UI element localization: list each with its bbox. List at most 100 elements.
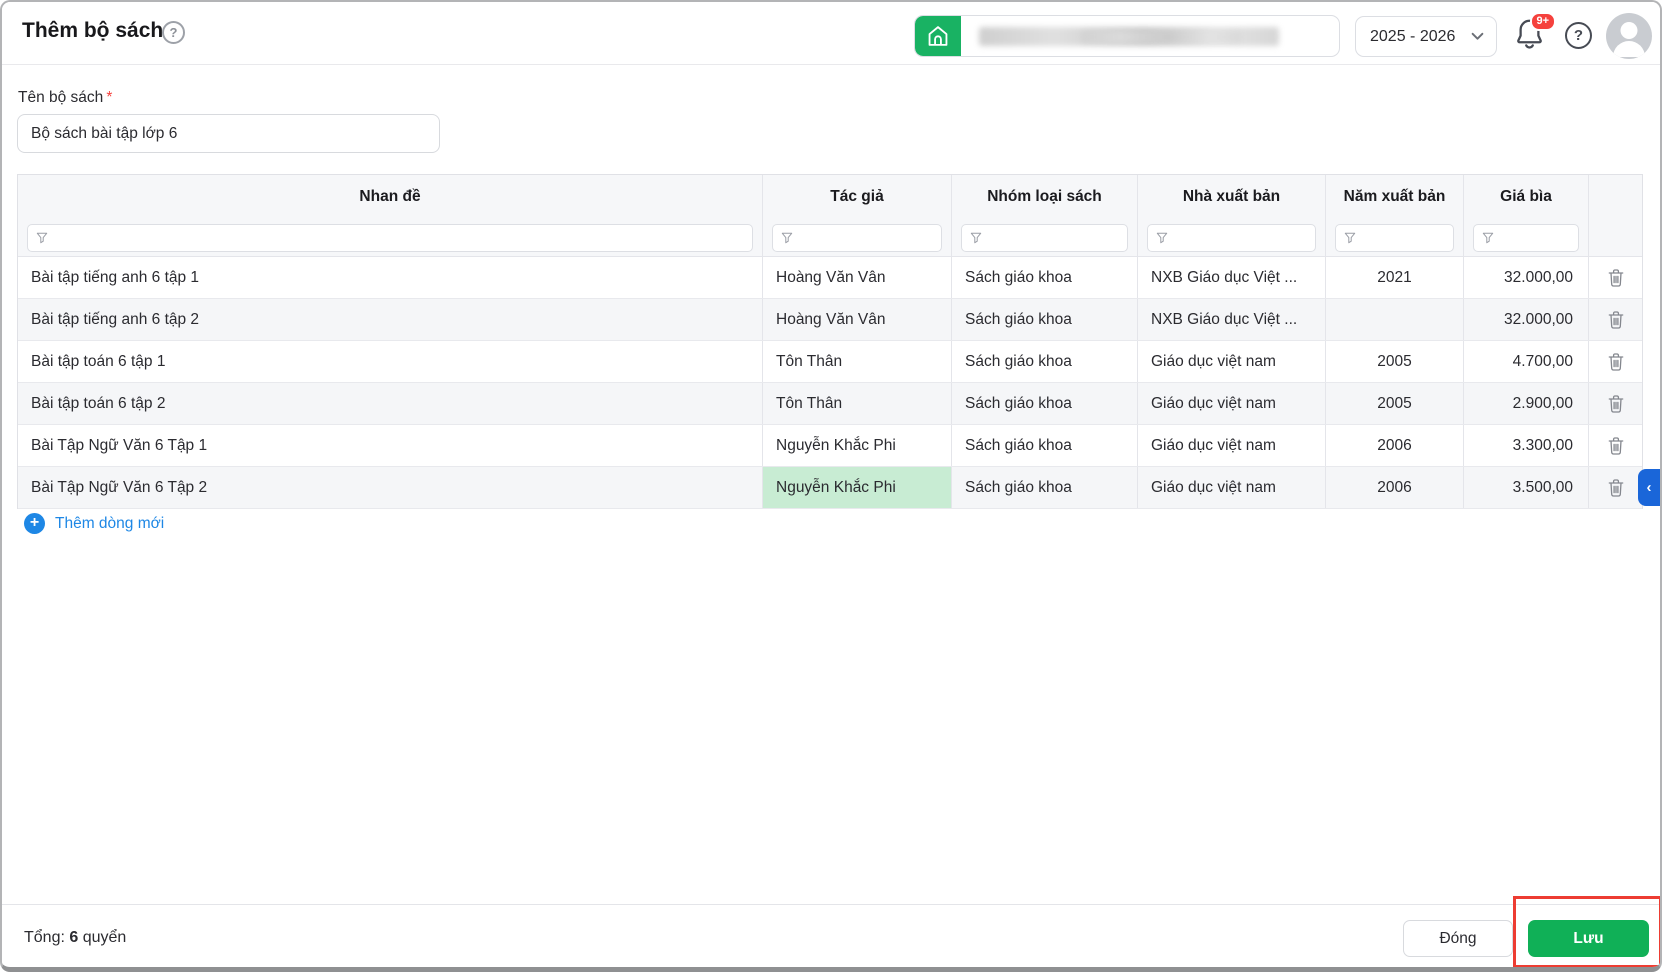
trash-icon (1608, 310, 1624, 329)
school-selector[interactable] (914, 15, 1340, 57)
filter-cell (1326, 219, 1464, 256)
price-cell: 32.000,00 (1464, 257, 1589, 298)
home-icon (925, 23, 951, 49)
delete-row-button[interactable] (1589, 299, 1642, 340)
delete-row-button[interactable] (1589, 383, 1642, 424)
school-name-redacted (961, 16, 1339, 56)
filter-cell (1138, 219, 1326, 256)
filter-cell (763, 219, 952, 256)
delete-cell (1589, 299, 1642, 340)
column-filter[interactable] (772, 223, 942, 252)
page-title: Thêm bộ sách (22, 19, 164, 42)
author-cell: Hoàng Văn Vân (763, 257, 952, 298)
home-button[interactable] (915, 16, 961, 56)
title-cell: Bài Tập Ngữ Văn 6 Tập 2 (18, 467, 763, 508)
filter-cell (952, 219, 1138, 256)
author-cell: Tôn Thân (763, 341, 952, 382)
column-filter[interactable] (1473, 223, 1579, 252)
author-cell: Nguyễn Khắc Phi (763, 467, 952, 508)
table-row: Bài tập tiếng anh 6 tập 1 Hoàng Văn Vân Sá… (18, 257, 1642, 299)
year-cell: 2006 (1326, 467, 1464, 508)
column-filter-input[interactable] (988, 229, 1119, 246)
title-help-icon[interactable]: ? (162, 21, 185, 44)
table-header-row: Nhan đề Tác giả Nhóm loại sách Nhà xuất bản… (18, 175, 1642, 219)
column-filter[interactable] (1147, 223, 1316, 252)
required-asterisk: * (106, 89, 113, 106)
add-row-button[interactable]: + Thêm dòng mới (24, 513, 164, 534)
title-cell: Bài tập tiếng anh 6 tập 1 (18, 257, 763, 298)
title-cell: Bài tập toán 6 tập 2 (18, 383, 763, 424)
table-row: Bài tập toán 6 tập 2 Tôn Thân Sách giáo kh… (18, 383, 1642, 425)
user-avatar[interactable] (1606, 13, 1652, 59)
column-header: Nhan đề (18, 175, 763, 219)
year-cell: 2005 (1326, 341, 1464, 382)
redaction-blur (1081, 31, 1241, 43)
delete-row-button[interactable] (1589, 425, 1642, 466)
trash-icon (1608, 268, 1624, 287)
category-cell: Sách giáo khoa (952, 299, 1138, 340)
add-row-label: Thêm dòng mới (55, 514, 165, 532)
question-glyph: ? (1573, 27, 1584, 44)
category-cell: Sách giáo khoa (952, 341, 1138, 382)
add-book-set-dialog: Thêm bộ sách ? 2025 - 2026 9+ ? Tên bộ s… (0, 0, 1662, 972)
table-filter-row (18, 219, 1642, 257)
title-cell: Bài tập tiếng anh 6 tập 2 (18, 299, 763, 340)
delete-row-button[interactable] (1589, 467, 1642, 508)
delete-cell (1589, 257, 1642, 298)
delete-cell (1589, 341, 1642, 382)
filter-funnel-icon (1156, 232, 1168, 244)
question-glyph: ? (169, 25, 178, 40)
table-row: Bài tập tiếng anh 6 tập 2 Hoàng Văn Vân Sá… (18, 299, 1642, 341)
table-body: Bài tập tiếng anh 6 tập 1 Hoàng Văn Vân Sá… (18, 257, 1642, 509)
trash-icon (1608, 352, 1624, 371)
trash-icon (1608, 394, 1624, 413)
table-row: Bài Tập Ngữ Văn 6 Tập 1 Nguyễn Khắc Phi Sá… (18, 425, 1642, 467)
delete-row-button[interactable] (1589, 257, 1642, 298)
column-filter-input[interactable] (1174, 229, 1307, 246)
publisher-cell: NXB Giáo dục Việt ... (1138, 257, 1326, 298)
price-cell: 2.900,00 (1464, 383, 1589, 424)
column-header-actions (1589, 175, 1642, 219)
collapse-panel-toggle[interactable]: ‹ (1638, 469, 1660, 506)
filter-funnel-icon (36, 232, 48, 244)
help-button[interactable]: ? (1565, 22, 1592, 49)
column-filter-input[interactable] (799, 229, 933, 246)
author-cell: Nguyễn Khắc Phi (763, 425, 952, 466)
column-header: Nhóm loại sách (952, 175, 1138, 219)
publisher-cell: Giáo dục việt nam (1138, 341, 1326, 382)
column-filter[interactable] (1335, 223, 1454, 252)
column-filter-input[interactable] (1362, 229, 1445, 246)
title-cell: Bài tập toán 6 tập 1 (18, 341, 763, 382)
person-icon (1606, 13, 1652, 59)
school-year-select[interactable]: 2025 - 2026 (1355, 16, 1497, 57)
year-cell: 2006 (1326, 425, 1464, 466)
notification-badge: 9+ (1530, 12, 1556, 31)
column-header: Năm xuất bản (1326, 175, 1464, 219)
column-filter[interactable] (961, 223, 1128, 252)
filter-funnel-icon (970, 232, 982, 244)
category-cell: Sách giáo khoa (952, 383, 1138, 424)
filter-funnel-icon (1482, 232, 1494, 244)
notifications-button[interactable]: 9+ (1514, 12, 1556, 54)
column-filter-input[interactable] (1500, 229, 1570, 246)
year-cell (1326, 299, 1464, 340)
column-filter-input[interactable] (54, 229, 744, 246)
plus-icon: + (24, 513, 45, 534)
author-cell: Hoàng Văn Vân (763, 299, 952, 340)
save-button[interactable]: Lưu (1528, 920, 1649, 957)
filter-cell-actions (1589, 219, 1642, 256)
column-header: Nhà xuất bản (1138, 175, 1326, 219)
delete-row-button[interactable] (1589, 341, 1642, 382)
publisher-cell: Giáo dục việt nam (1138, 425, 1326, 466)
price-cell: 3.300,00 (1464, 425, 1589, 466)
publisher-cell: Giáo dục việt nam (1138, 467, 1326, 508)
book-set-name-input[interactable] (17, 114, 440, 153)
price-cell: 4.700,00 (1464, 341, 1589, 382)
trash-icon (1608, 478, 1624, 497)
close-button[interactable]: Đóng (1403, 920, 1513, 957)
footer-divider (2, 904, 1660, 905)
filter-cell (1464, 219, 1589, 256)
trash-icon (1608, 436, 1624, 455)
column-filter[interactable] (27, 223, 753, 252)
year-cell: 2005 (1326, 383, 1464, 424)
